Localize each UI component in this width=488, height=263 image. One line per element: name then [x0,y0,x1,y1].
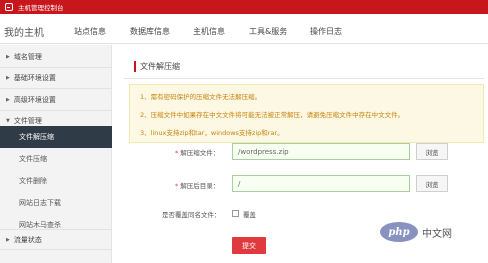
chevron-right-icon: ▶ [6,97,10,103]
notice-line: 3、linux支持zip和tar，windows支持zip和rar。 [140,129,284,137]
overwrite-label: 是否覆盖同名文件： [162,211,221,219]
required-icon: * [175,149,179,157]
php-logo: php [380,222,418,242]
target-dir-value: / [238,179,241,188]
sidebar-group-advanced-env[interactable]: ▶ 高级环境设置 [0,90,112,111]
chevron-down-icon: ▼ [6,117,10,124]
watermark-text: 中文网 [422,228,452,240]
overwrite-option-label[interactable]: 覆盖 [243,209,256,219]
nav-tools-services[interactable]: 工具&服务 [249,26,287,37]
nav-database-info[interactable]: 数据库信息 [130,26,170,37]
chevron-right-icon: ▶ [6,54,10,60]
sidebar-group-label: 域名管理 [13,53,42,61]
nav-host-info[interactable]: 主机信息 [193,26,225,37]
source-file-field[interactable]: /wordpress.zip [232,143,410,160]
target-dir-field[interactable]: / [232,175,410,192]
sidebar-item-zip[interactable]: 文件压缩 [0,148,112,170]
brand-title[interactable]: 我的主机 [4,24,44,39]
sidebar-group-basic-env[interactable]: ▶ 基础环境设置 [0,68,112,89]
sidebar-item-unzip[interactable]: 文件解压缩 [0,126,112,148]
source-file-value: /wordpress.zip [238,147,289,156]
divider [124,78,484,79]
notice-line: 1、需有密码保护的压缩文件无法解压缩。 [140,93,262,101]
browse-target-button[interactable]: 浏览 [416,175,448,192]
sidebar-item-label: 文件删除 [19,177,47,185]
section-title: 文件解压缩 [134,61,180,72]
nav-operation-log[interactable]: 操作日志 [310,26,342,37]
top-bar: 主机管理控制台 [0,0,488,14]
nav-site-info[interactable]: 站点信息 [74,26,106,37]
chevron-right-icon: ▶ [6,75,10,81]
browse-source-button[interactable]: 浏览 [416,143,448,160]
sidebar-group-domain[interactable]: ▶ 域名管理 [0,47,112,68]
sidebar-group-label: 流量状态 [13,235,42,244]
source-file-label: * 解压缩文件： [175,149,220,157]
required-icon: * [175,182,179,190]
sidebar-item-delete[interactable]: 文件删除 [0,170,112,192]
sidebar-item-label: 网站日志下载 [19,199,61,207]
app-title: 主机管理控制台 [18,4,64,12]
php-watermark: php 中文网 [380,222,452,242]
sidebar-item-label: 文件压缩 [19,155,47,163]
sidebar-group-label: 高级环境设置 [13,96,56,104]
notice-line: 2、压缩文件中如果存在中文文件将可能无法被正常解压，请避免压缩文件中存在中文文件… [140,111,405,119]
target-dir-label: * 解压后目录： [175,182,220,190]
sidebar-group-label: 基础环境设置 [13,74,56,82]
notice-box: 1、需有密码保护的压缩文件无法解压缩。 2、压缩文件中如果存在中文文件将可能无法… [129,84,484,143]
sidebar-item-log-download[interactable]: 网站日志下载 [0,192,112,214]
sidebar: ▶ 域名管理 ▶ 基础环境设置 ▶ 高级环境设置 ▼ 文件管理 文件解压缩 文件… [0,45,112,263]
sidebar-group-traffic[interactable]: ▶ 流量状态 [0,229,112,250]
overwrite-checkbox[interactable] [232,210,239,217]
sidebar-item-label: 文件解压缩 [19,133,54,141]
sidebar-group-label: 文件管理 [13,116,42,125]
chevron-right-icon: ▶ [6,236,10,243]
main-nav: 我的主机 站点信息 数据库信息 主机信息 工具&服务 操作日志 [0,14,488,44]
logo-icon [5,3,13,11]
submit-button[interactable]: 提交 [232,237,266,254]
